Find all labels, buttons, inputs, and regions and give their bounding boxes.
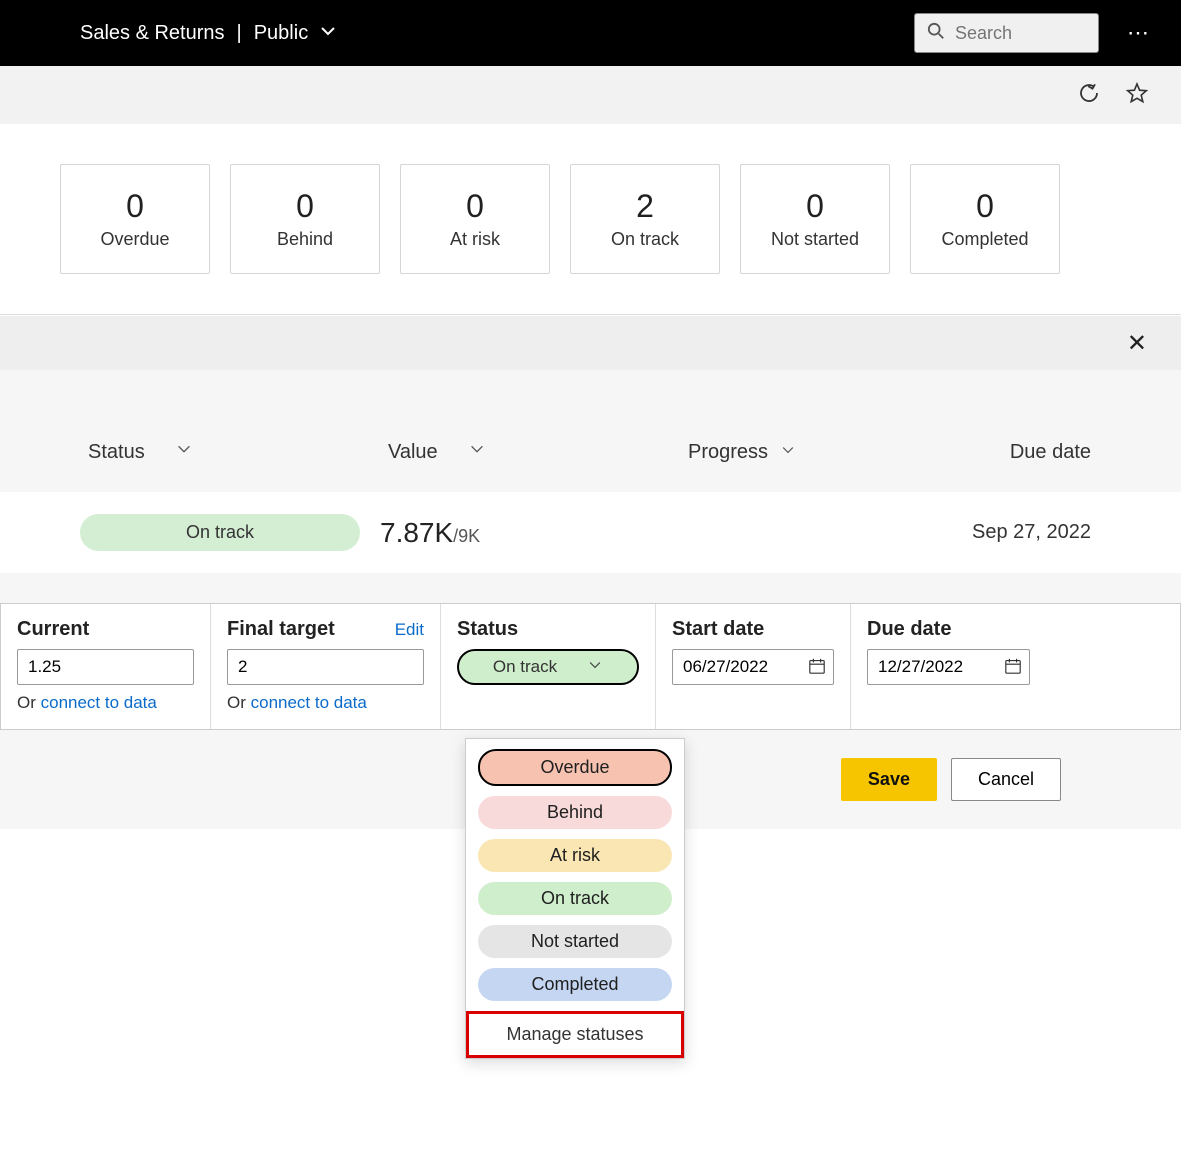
card-count: 2 xyxy=(636,188,654,225)
status-select[interactable]: On track xyxy=(457,649,639,685)
card-completed[interactable]: 0 Completed xyxy=(910,164,1060,274)
col-status-label[interactable]: Status xyxy=(88,441,145,464)
status-label: Status xyxy=(457,618,518,641)
status-option-not-started[interactable]: Not started xyxy=(478,925,672,958)
search-input[interactable] xyxy=(955,23,1086,44)
card-count: 0 xyxy=(806,188,824,225)
group-start-date: Start date xyxy=(656,604,851,729)
app-title: Sales & Returns xyxy=(80,22,225,45)
card-label: At risk xyxy=(450,229,500,250)
sub-header xyxy=(0,66,1181,124)
value-cell: 7.87K/9K xyxy=(380,517,680,549)
status-select-value: On track xyxy=(493,657,557,677)
columns-header: Status Value Progress Due date xyxy=(0,370,1181,492)
workspace-name[interactable]: Public xyxy=(254,22,308,45)
col-progress-label[interactable]: Progress xyxy=(688,441,768,464)
group-due-date: Due date xyxy=(851,604,1046,729)
card-at-risk[interactable]: 0 At risk xyxy=(400,164,550,274)
more-menu-icon[interactable]: ⋯ xyxy=(1127,20,1151,46)
status-option-overdue[interactable]: Overdue xyxy=(478,749,672,786)
card-count: 0 xyxy=(976,188,994,225)
search-icon xyxy=(927,22,945,45)
group-final-target: Final target Edit Or connect to data xyxy=(211,604,441,729)
chevron-down-icon[interactable] xyxy=(175,440,193,464)
search-box[interactable] xyxy=(914,13,1099,53)
current-label: Current xyxy=(17,618,89,641)
card-on-track[interactable]: 2 On track xyxy=(570,164,720,274)
card-behind[interactable]: 0 Behind xyxy=(230,164,380,274)
due-date-cell: Sep 27, 2022 xyxy=(972,521,1121,544)
close-icon[interactable]: ✕ xyxy=(1117,323,1157,364)
connect-data-link[interactable]: connect to data xyxy=(41,693,157,712)
favorite-icon[interactable] xyxy=(1125,81,1149,110)
card-count: 0 xyxy=(466,188,484,225)
final-target-label: Final target xyxy=(227,618,335,641)
current-hint: Or connect to data xyxy=(17,693,194,713)
card-label: Behind xyxy=(277,229,333,250)
calendar-icon[interactable] xyxy=(1004,657,1022,680)
start-date-label: Start date xyxy=(672,618,764,641)
card-label: On track xyxy=(611,229,679,250)
calendar-icon[interactable] xyxy=(808,657,826,680)
group-current: Current Or connect to data xyxy=(1,604,211,729)
manage-statuses-highlight: Manage statuses xyxy=(466,1011,684,1058)
edit-link[interactable]: Edit xyxy=(395,620,424,640)
panel-header: ✕ xyxy=(0,316,1181,370)
card-overdue[interactable]: 0 Overdue xyxy=(60,164,210,274)
cancel-button[interactable]: Cancel xyxy=(951,758,1061,801)
connect-data-link[interactable]: connect to data xyxy=(251,693,367,712)
due-date-label: Due date xyxy=(867,618,951,641)
chevron-down-icon[interactable] xyxy=(780,441,796,464)
status-option-completed[interactable]: Completed xyxy=(478,968,672,1001)
edit-form: Current Or connect to data Final target … xyxy=(0,603,1181,730)
chevron-down-icon[interactable] xyxy=(318,21,338,46)
chevron-down-icon[interactable] xyxy=(468,440,486,464)
card-not-started[interactable]: 0 Not started xyxy=(740,164,890,274)
goal-row[interactable]: On track 7.87K/9K Sep 27, 2022 xyxy=(0,492,1181,573)
status-dropdown: Overdue Behind At risk On track Not star… xyxy=(465,738,685,1059)
manage-statuses-link[interactable]: Manage statuses xyxy=(469,1024,681,1045)
card-count: 0 xyxy=(126,188,144,225)
status-option-at-risk[interactable]: At risk xyxy=(478,839,672,872)
status-option-behind[interactable]: Behind xyxy=(478,796,672,829)
value-denom: /9K xyxy=(453,526,480,546)
top-header: Sales & Returns | Public ⋯ xyxy=(0,0,1181,66)
current-input[interactable] xyxy=(17,649,194,685)
status-option-on-track[interactable]: On track xyxy=(478,882,672,915)
chevron-down-icon xyxy=(587,657,603,678)
refresh-icon[interactable] xyxy=(1077,81,1101,110)
value-main: 7.87K xyxy=(380,517,453,548)
card-label: Overdue xyxy=(100,229,169,250)
card-label: Not started xyxy=(771,229,859,250)
card-count: 0 xyxy=(296,188,314,225)
final-target-input[interactable] xyxy=(227,649,424,685)
status-pill: On track xyxy=(80,514,360,551)
status-cards-row: 0 Overdue 0 Behind 0 At risk 2 On track … xyxy=(0,124,1181,315)
col-due-label[interactable]: Due date xyxy=(1010,441,1091,463)
col-value-label[interactable]: Value xyxy=(388,441,438,464)
title-divider: | xyxy=(237,22,242,45)
final-hint: Or connect to data xyxy=(227,693,424,713)
group-status: Status On track xyxy=(441,604,656,729)
card-label: Completed xyxy=(941,229,1028,250)
save-button[interactable]: Save xyxy=(841,758,937,801)
